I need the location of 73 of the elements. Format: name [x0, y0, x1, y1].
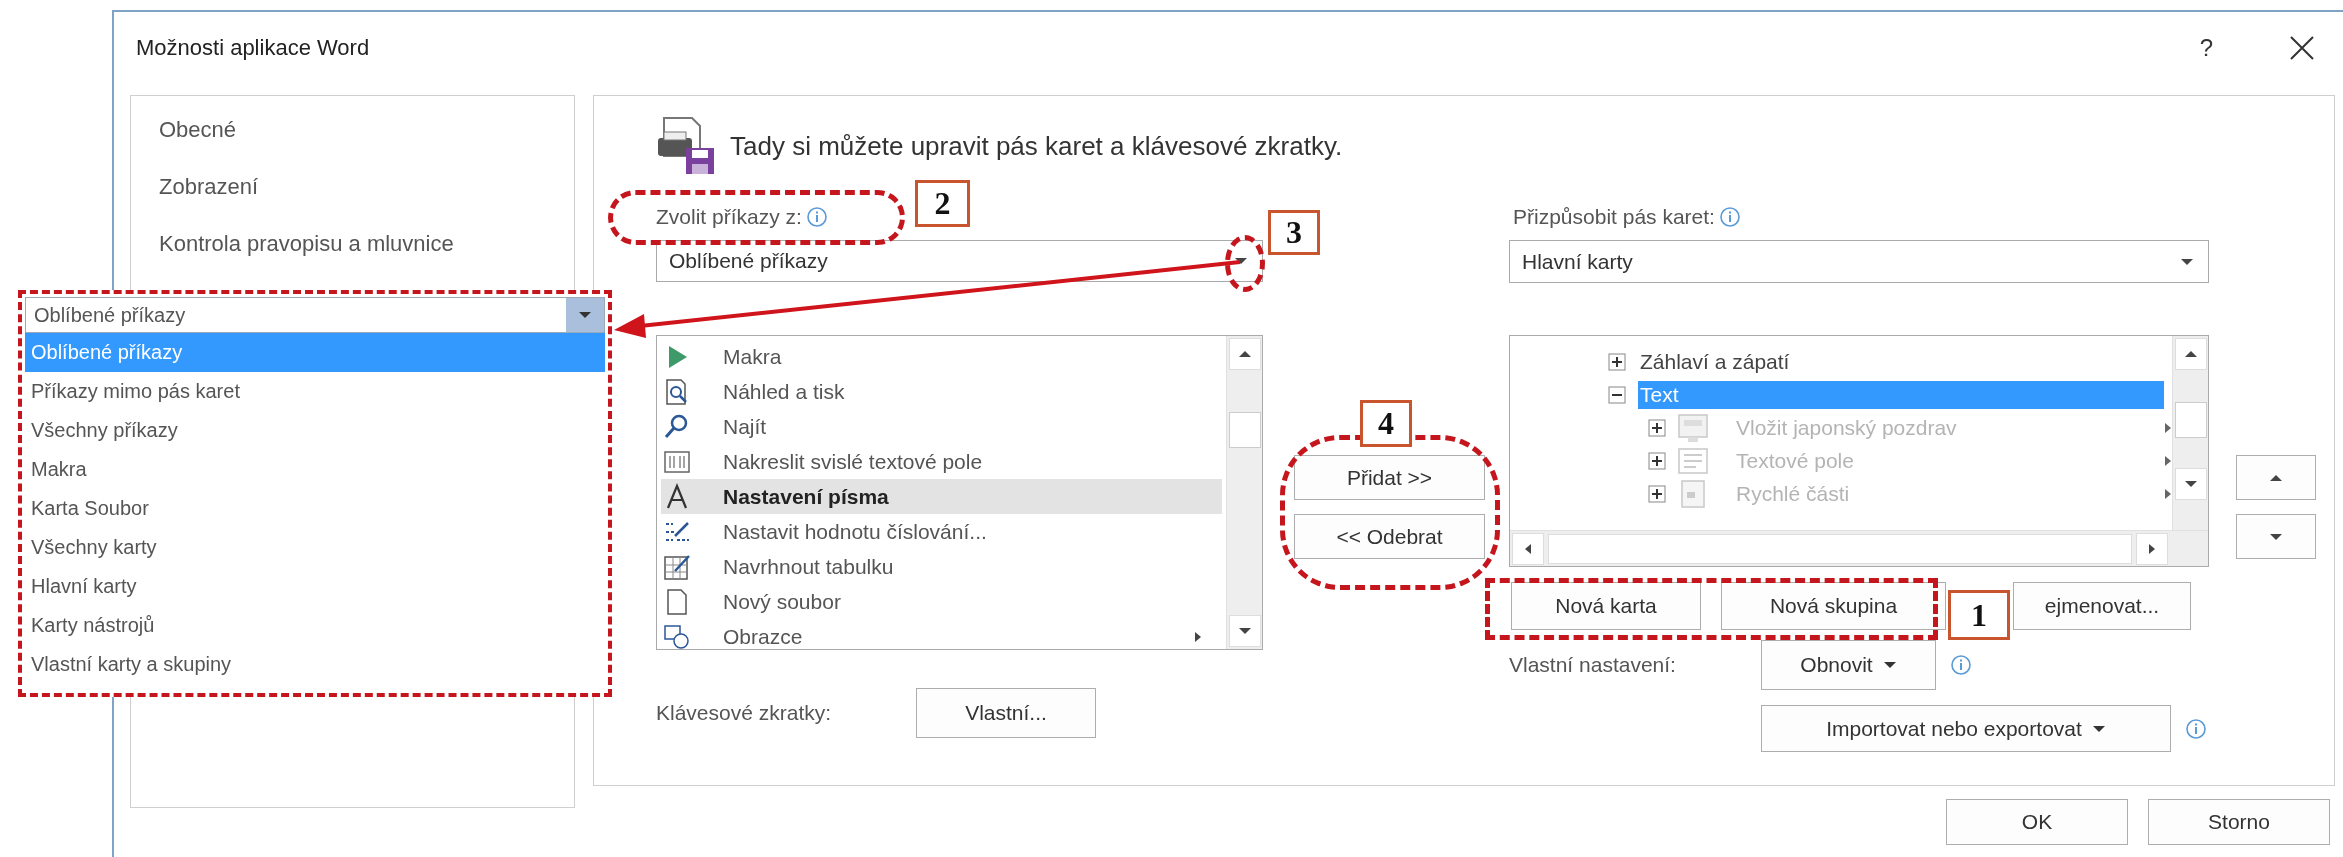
dropdown-option[interactable]: Karta Soubor	[25, 489, 605, 528]
caret-icon	[578, 311, 592, 319]
caret-icon	[2091, 724, 2106, 733]
caret-icon	[1882, 661, 1897, 669]
annotation-number: 3	[1268, 210, 1320, 255]
list-item[interactable]: Makra	[661, 339, 1222, 374]
new-group-button[interactable]: Nová skupina	[1721, 582, 1946, 630]
caret-icon	[1237, 350, 1252, 358]
dropdown-option[interactable]: Všechny příkazy	[25, 411, 605, 450]
list-item[interactable]: Nový soubor	[661, 584, 1222, 619]
caret-icon	[1234, 257, 1248, 265]
info-icon	[1950, 654, 1972, 676]
rename-button[interactable]: ejmenovat...	[2013, 582, 2191, 630]
caret-icon	[2148, 542, 2156, 555]
info-icon	[805, 206, 828, 228]
list-item[interactable]: Nastavit hodnotu číslování...	[661, 514, 1222, 549]
scroll-thumb[interactable]	[1228, 412, 1261, 448]
field-label: Zvolit příkazy z:	[656, 205, 802, 229]
remove-button[interactable]: << Odebrat	[1294, 514, 1485, 559]
move-up-button[interactable]	[2236, 455, 2316, 500]
list-item[interactable]: Obrazce	[661, 619, 1222, 649]
dropdown-field[interactable]: Oblíbené příkazy	[25, 297, 605, 333]
field-label: Přizpůsobit pás karet:	[1513, 205, 1715, 229]
list-item[interactable]: Navrhnout tabulku	[661, 549, 1222, 584]
card-icon	[1676, 411, 1710, 444]
collapse-icon[interactable]	[1608, 385, 1626, 404]
caret-icon	[2183, 480, 2198, 488]
caret-icon	[1524, 542, 1532, 555]
scrollbar[interactable]	[1510, 530, 2208, 566]
dropdown-option[interactable]: Všechny karty	[25, 528, 605, 567]
annotation-number: 1	[1948, 590, 2010, 640]
close-icon[interactable]	[2289, 34, 2315, 61]
expand-icon[interactable]	[1608, 352, 1626, 371]
list-item[interactable]: Náhled a tisk	[661, 374, 1222, 409]
dropdown-option[interactable]: Vlastní karty a skupiny	[25, 645, 605, 684]
dropdown-option[interactable]: Makra	[25, 450, 605, 489]
scrollbar[interactable]	[1226, 336, 1262, 649]
list-item[interactable]: Nastavení písma	[661, 479, 1222, 514]
caret-icon	[2180, 257, 2194, 266]
import-export-button[interactable]: Importovat nebo exportovat	[1761, 705, 2171, 752]
move-down-button[interactable]	[2236, 514, 2316, 559]
caret-icon	[1237, 627, 1252, 635]
info-icon	[2185, 717, 2207, 740]
field-label: Klávesové zkratky:	[656, 701, 833, 725]
customize-button[interactable]: Vlastní...	[916, 688, 1096, 738]
info-icon	[1718, 206, 1741, 228]
caret-icon	[2183, 350, 2198, 358]
reset-button[interactable]: Obnovit	[1761, 640, 1936, 690]
scrollbar[interactable]	[2172, 336, 2208, 530]
sidebar-item[interactable]: Kontrola pravopisu a mluvnice	[159, 230, 574, 257]
annotation-number: 4	[1360, 400, 1412, 447]
sidebar-item[interactable]: Zobrazení	[159, 173, 574, 200]
dropdown-option[interactable]: Příkazy mimo pás karet	[25, 372, 605, 411]
caret-icon	[2269, 532, 2283, 541]
scroll-thumb[interactable]	[2174, 402, 2207, 438]
dropdown-option[interactable]: Hlavní karty	[25, 567, 605, 606]
cancel-button[interactable]: Storno	[2148, 799, 2330, 845]
field-label: Vlastní nastavení:	[1509, 653, 1677, 677]
help-button[interactable]: ?	[2199, 33, 2213, 62]
sidebar-item[interactable]: Obecné	[159, 116, 574, 143]
list-item[interactable]: Nakreslit svislé textové pole	[661, 444, 1222, 479]
window-title: Možnosti aplikace Word	[136, 34, 371, 61]
ok-button[interactable]: OK	[1946, 799, 2128, 845]
new-tab-button[interactable]: Nová karta	[1511, 582, 1701, 630]
dropdown-option[interactable]: Karty nástrojů	[25, 606, 605, 645]
tree-item[interactable]: Záhlaví a zápatí	[1638, 347, 2164, 376]
instruction-text: Tady si můžete upravit pás karet a klávesové zkratky.	[730, 130, 1343, 162]
commands-dropdown[interactable]: Oblíbené příkazy	[656, 240, 1263, 282]
caret-icon	[2269, 473, 2283, 482]
ribbon-dropdown[interactable]: Hlavní karty	[1509, 240, 2209, 283]
annotation-number: 2	[915, 180, 970, 227]
add-button[interactable]: Přidat >>	[1294, 455, 1485, 500]
list-item[interactable]: Najít	[661, 409, 1222, 444]
